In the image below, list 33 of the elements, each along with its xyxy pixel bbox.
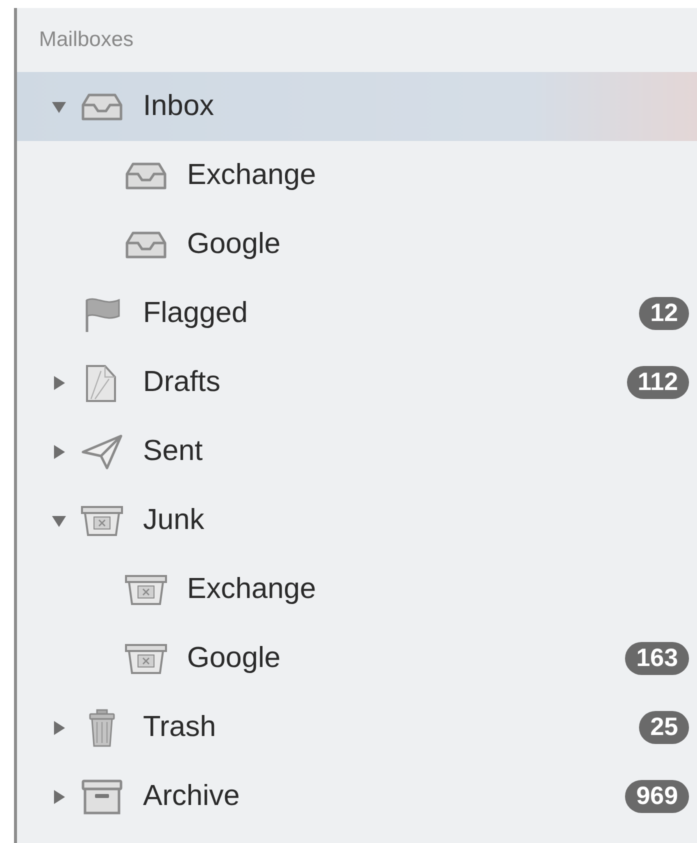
mailbox-label: Exchange: [187, 158, 316, 193]
disclosure-triangle-icon[interactable]: [51, 720, 67, 736]
unread-count-badge: 163: [625, 642, 689, 675]
mailbox-item[interactable]: Drafts 112: [17, 348, 697, 417]
mailbox-item[interactable]: Sent: [17, 417, 697, 486]
mailbox-item[interactable]: Junk: [17, 486, 697, 555]
mailbox-item[interactable]: Google 163: [17, 624, 697, 693]
mailbox-label: Exchange: [187, 572, 316, 607]
disclosure-triangle-icon[interactable]: [51, 374, 67, 390]
unread-count-badge: 112: [626, 366, 689, 399]
mailbox-label: Google: [187, 640, 281, 676]
mailbox-label: Inbox: [143, 88, 214, 124]
disclosure-triangle-icon[interactable]: [51, 788, 67, 804]
mailbox-item[interactable]: Google: [17, 210, 697, 279]
disclosure-triangle-icon[interactable]: [51, 444, 67, 460]
mailbox-item[interactable]: Archive 969: [17, 762, 697, 831]
mailbox-label: Junk: [143, 502, 204, 538]
mailbox-label: Sent: [143, 434, 203, 469]
unread-count-badge: 969: [625, 780, 689, 813]
mailbox-item[interactable]: Inbox: [17, 72, 697, 141]
unread-count-badge: 12: [639, 297, 689, 330]
unread-count-badge: 25: [639, 711, 689, 744]
mailbox-label: Archive: [143, 778, 240, 814]
mailbox-item[interactable]: Trash 25: [17, 693, 697, 762]
mailbox-label: Trash: [143, 710, 216, 745]
mailbox-item[interactable]: Exchange: [17, 555, 697, 624]
mailbox-label: Google: [187, 226, 281, 262]
paper-plane-icon: [79, 432, 125, 472]
mailbox-label: Drafts: [143, 364, 220, 400]
mailbox-item[interactable]: Flagged 12: [17, 279, 697, 348]
mailbox-item[interactable]: Exchange: [17, 141, 697, 210]
section-header: Mailboxes: [39, 27, 134, 54]
mailbox-label: Flagged: [143, 296, 248, 331]
